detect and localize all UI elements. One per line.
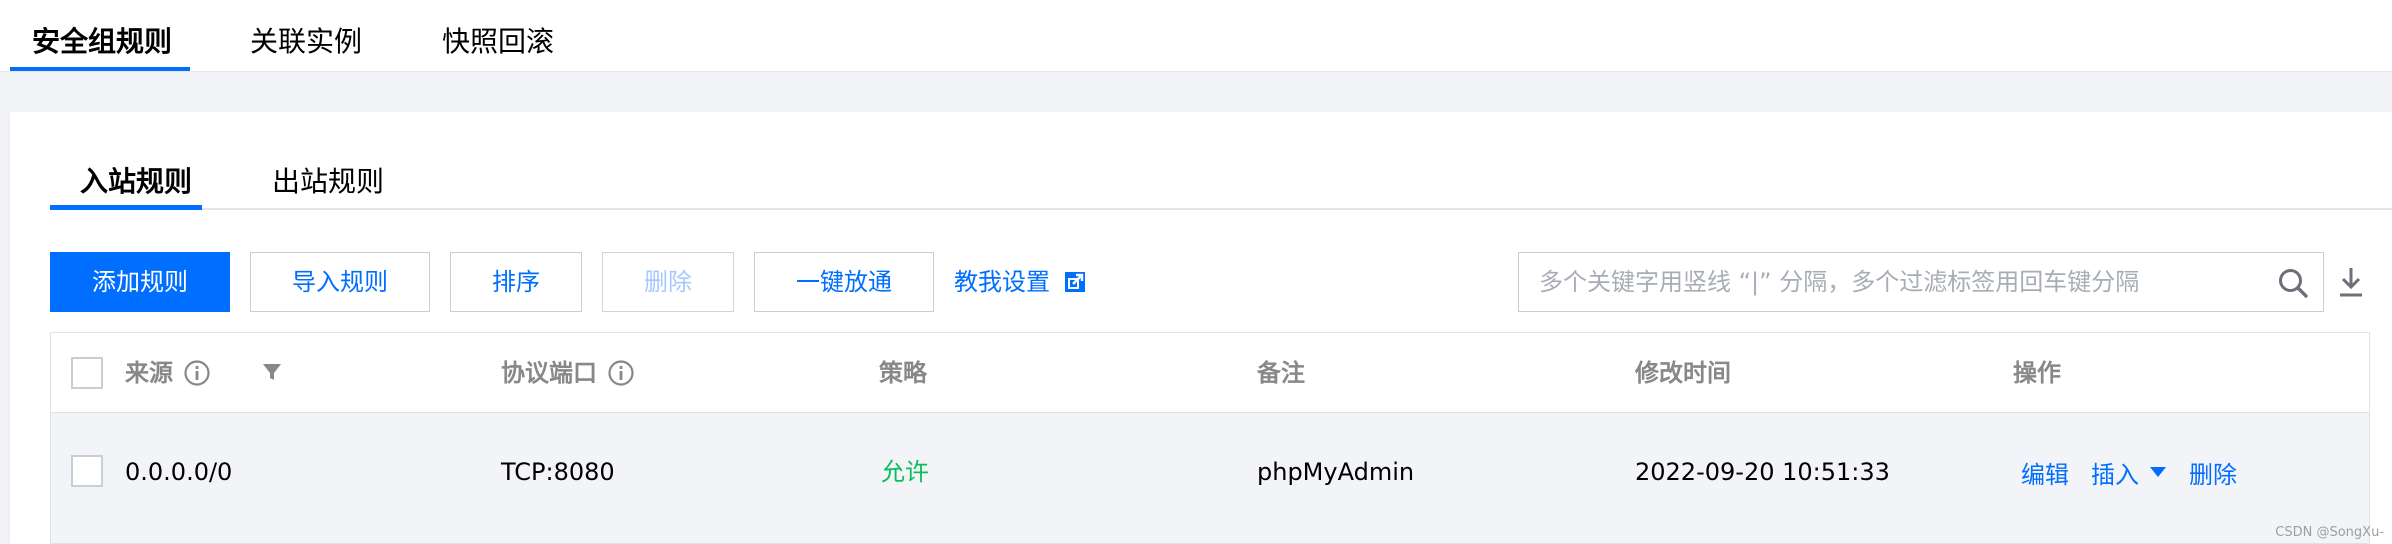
row-checkbox[interactable] bbox=[71, 455, 103, 487]
table-row: 0.0.0.0/0 TCP:8080 允许 phpMyAdmin 2022-09… bbox=[51, 413, 2369, 544]
rules-table: 来源 协议端口 策略 备注 修改时间 操作 0.0.0.0/0 TCP:8080… bbox=[50, 332, 2370, 544]
tab-snapshot-rollback[interactable]: 快照回滚 bbox=[442, 20, 554, 64]
column-header-modified: 修改时间 bbox=[1635, 359, 1731, 387]
chevron-down-icon[interactable] bbox=[2149, 466, 2167, 478]
table-header: 来源 协议端口 策略 备注 修改时间 操作 bbox=[51, 333, 2369, 413]
sub-tab-bar: 入站规则 出站规则 bbox=[50, 154, 2392, 210]
edit-link[interactable]: 编辑 bbox=[2021, 455, 2069, 490]
tab-security-group-rules[interactable]: 安全组规则 bbox=[32, 20, 172, 64]
tab-inbound-rules[interactable]: 入站规则 bbox=[80, 162, 192, 202]
rules-panel: 入站规则 出站规则 添加规则 导入规则 排序 删除 一键放通 教我设置 多个关键… bbox=[10, 112, 2392, 544]
add-rule-button[interactable]: 添加规则 bbox=[50, 252, 230, 312]
active-tab-indicator bbox=[10, 67, 190, 71]
column-header-port: 协议端口 bbox=[501, 333, 635, 413]
download-icon[interactable] bbox=[2336, 264, 2366, 300]
cell-remark: phpMyAdmin bbox=[1257, 458, 1415, 486]
info-icon[interactable] bbox=[183, 359, 211, 387]
active-sub-tab-indicator bbox=[50, 205, 202, 210]
column-label-source: 来源 bbox=[125, 359, 173, 387]
cell-policy: 允许 bbox=[881, 458, 929, 486]
search-icon[interactable] bbox=[2277, 267, 2309, 299]
allow-all-button[interactable]: 一键放通 bbox=[754, 252, 934, 312]
search-box bbox=[1518, 252, 2324, 312]
import-rules-button[interactable]: 导入规则 bbox=[250, 252, 430, 312]
column-header-source: 来源 bbox=[125, 333, 211, 413]
column-label-port: 协议端口 bbox=[501, 359, 597, 387]
column-header-actions: 操作 bbox=[2013, 359, 2061, 387]
info-icon[interactable] bbox=[607, 359, 635, 387]
column-header-policy: 策略 bbox=[879, 359, 927, 387]
filter-icon[interactable] bbox=[261, 361, 283, 383]
search-input[interactable] bbox=[1519, 253, 2259, 311]
help-setup-link[interactable]: 教我设置 bbox=[954, 252, 1086, 312]
column-header-remark: 备注 bbox=[1257, 359, 1305, 387]
insert-link[interactable]: 插入 bbox=[2091, 455, 2139, 490]
external-link-icon bbox=[1065, 272, 1085, 292]
cell-port: TCP:8080 bbox=[501, 458, 615, 486]
tab-associated-instances[interactable]: 关联实例 bbox=[250, 20, 362, 64]
top-tab-bar: 安全组规则 关联实例 快照回滚 bbox=[0, 0, 2392, 72]
tab-outbound-rules[interactable]: 出站规则 bbox=[272, 162, 384, 202]
delete-link[interactable]: 删除 bbox=[2189, 455, 2237, 490]
help-setup-label: 教我设置 bbox=[954, 268, 1050, 296]
row-actions: 编辑 插入 删除 bbox=[2021, 413, 2237, 531]
select-all-checkbox[interactable] bbox=[71, 357, 103, 389]
cell-modified: 2022-09-20 10:51:33 bbox=[1635, 458, 1890, 486]
sort-button[interactable]: 排序 bbox=[450, 252, 582, 312]
delete-button[interactable]: 删除 bbox=[602, 252, 734, 312]
watermark: CSDN @SongXu- bbox=[2275, 525, 2384, 540]
cell-source: 0.0.0.0/0 bbox=[125, 458, 233, 486]
